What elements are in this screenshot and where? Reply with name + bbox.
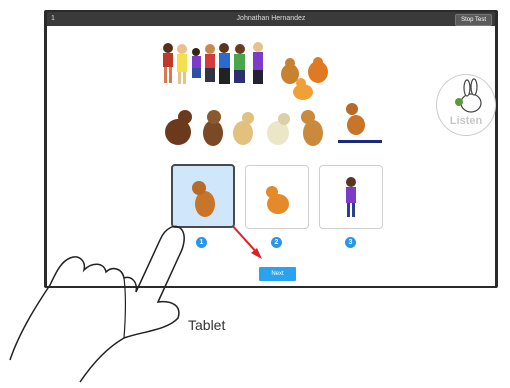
person-icon: [346, 177, 356, 217]
cat-icon: [266, 186, 289, 214]
cats-group-image: [281, 57, 328, 100]
dog-icon: [192, 181, 215, 217]
answer-underline: [338, 140, 382, 143]
dogs-group-image: [165, 103, 365, 146]
answer-option-1[interactable]: [171, 164, 235, 228]
answer-option-3[interactable]: [319, 165, 383, 229]
listen-label: Listen: [449, 115, 483, 127]
tablet-caption: Tablet: [188, 317, 226, 333]
answer-option-2[interactable]: [245, 165, 309, 229]
option-number-1: 1: [196, 237, 207, 248]
option-number-2: 2: [271, 237, 282, 248]
option-number-3: 3: [345, 237, 356, 248]
next-button[interactable]: Next: [259, 267, 296, 281]
people-group-image: [163, 42, 263, 84]
listen-button[interactable]: Listen: [436, 74, 496, 136]
